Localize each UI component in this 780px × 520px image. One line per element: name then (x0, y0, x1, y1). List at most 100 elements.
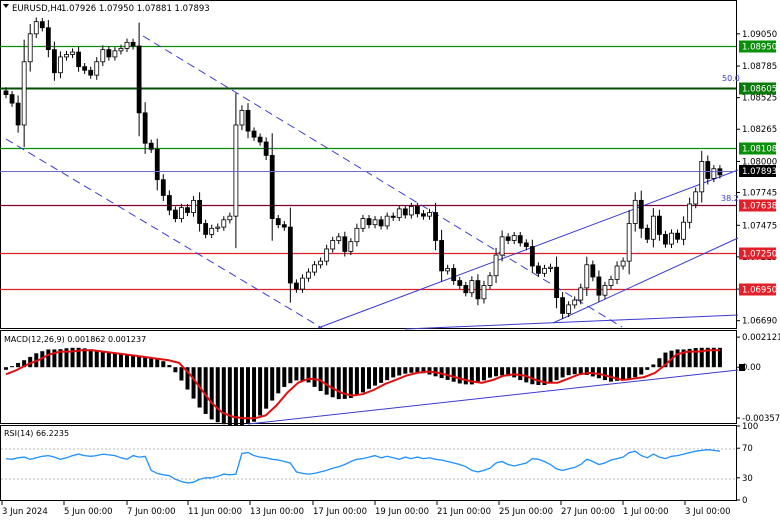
macd-bar (203, 367, 208, 414)
macd-bar (379, 367, 384, 383)
macd-bar (276, 367, 281, 394)
macd-bar (645, 367, 650, 370)
level-label: 1.07638 (742, 202, 777, 212)
macd-bar (596, 367, 601, 379)
macd-bar (415, 367, 420, 373)
macd-bar (137, 356, 142, 368)
macd-bar (391, 367, 396, 378)
macd-bar (536, 367, 541, 385)
macd-bar (481, 367, 486, 381)
macd-tick-label: 0.002121 (742, 333, 780, 343)
macd-bar (118, 353, 123, 368)
macd-bar (627, 367, 632, 380)
rsi-tick-label: 70 (742, 444, 753, 454)
level-label: 1.06950 (742, 286, 777, 296)
level-label: 1.08950 (742, 43, 777, 53)
macd-bar (518, 367, 523, 381)
macd-label: MACD(12,26,9) 0.001862 0.001237 (4, 335, 146, 344)
macd-bar (590, 367, 595, 377)
macd-bar (385, 367, 390, 381)
macd-bar (494, 367, 499, 377)
macd-bar (409, 367, 414, 373)
chart-header: EURUSD,H4 1.07926 1.07950 1.07881 1.0789… (3, 4, 210, 14)
macd-bar (252, 367, 257, 422)
macd-bar (106, 352, 111, 368)
macd-bar (264, 367, 269, 409)
time-tick-label: 5 Jun 00:00 (64, 507, 113, 517)
time-tick-label: 17 Jun 00:00 (313, 507, 367, 517)
price-tick-label: 1.07745 (742, 188, 777, 198)
macd-bar (4, 367, 8, 370)
macd-bar (143, 357, 148, 368)
macd-bar (639, 367, 644, 375)
macd-bar (246, 367, 250, 424)
macd-bar (46, 349, 51, 368)
level-label: 1.08108 (742, 145, 777, 155)
macd-bar (125, 354, 129, 368)
macd-bar (445, 367, 450, 380)
price-tick-label: 1.07475 (742, 221, 777, 231)
rsi-label: RSI(14) 66.2235 (4, 429, 69, 438)
macd-bar (348, 367, 353, 398)
level-label: 1.08605 (742, 85, 777, 95)
macd-bar (239, 367, 244, 426)
macd-bar (88, 349, 93, 368)
macd-bar (82, 348, 87, 368)
macd-bar (548, 367, 553, 383)
macd-bar (330, 367, 335, 398)
macd-bar (173, 367, 178, 373)
macd-bar (675, 349, 680, 368)
macd-bar (560, 367, 565, 378)
time-tick-label: 3 Jun 2024 (2, 507, 48, 517)
macd-bar (566, 367, 571, 376)
macd-bar (572, 367, 577, 375)
time-tick-label: 21 Jun 00:00 (437, 507, 491, 517)
macd-bar (609, 367, 613, 382)
macd-bar (602, 367, 607, 381)
macd-bar (512, 367, 517, 378)
macd-bar (288, 367, 293, 384)
price-chart[interactable]: 1.090501.087851.085251.082651.080001.077… (0, 0, 780, 520)
macd-bar (403, 367, 408, 374)
macd-bar (367, 367, 371, 389)
fib-50-annotation: 50.0 (722, 74, 740, 83)
time-tick-label: 3 Jul 00:00 (685, 507, 731, 517)
macd-bar (360, 367, 365, 393)
time-tick-label: 27 Jun 00:00 (561, 507, 615, 517)
macd-bar (94, 350, 99, 368)
price-tick-label: 1.08785 (742, 62, 777, 72)
time-tick-label: 1 Jul 00:00 (623, 507, 669, 517)
current-price-label: 1.07893 (742, 167, 777, 177)
macd-bar (161, 361, 166, 368)
time-tick-label: 19 Jun 00:00 (375, 507, 429, 517)
macd-bar (621, 367, 626, 380)
macd-bar (312, 367, 317, 387)
price-tick-label: 1.06690 (742, 317, 777, 327)
time-tick-label: 13 Jun 00:00 (250, 507, 304, 517)
fib-38-annotation: 38.2 (721, 194, 739, 203)
macd-bar (131, 355, 136, 368)
macd-bar (324, 367, 329, 395)
price-tick-label: 1.08265 (742, 125, 777, 135)
macd-bar (10, 366, 15, 368)
macd-bar (451, 367, 456, 382)
macd-bar (554, 367, 559, 381)
macd-zero-marker (739, 364, 745, 371)
macd-bar (155, 359, 160, 368)
macd-bar (530, 367, 535, 385)
macd-bar (191, 367, 196, 399)
macd-bar (149, 358, 154, 368)
macd-bar (294, 367, 299, 381)
symbol-label: EURUSD,H4 (12, 4, 62, 14)
rsi-tick-label: 0 (742, 496, 747, 506)
macd-bar (336, 367, 341, 400)
macd-bar (633, 367, 638, 378)
macd-bar (112, 352, 117, 368)
macd-bar (258, 367, 263, 416)
price-tick-label: 1.08525 (742, 94, 777, 104)
macd-bar (500, 367, 505, 376)
macd-bar (373, 367, 378, 386)
macd-bar (167, 365, 172, 368)
macd-bar (209, 367, 214, 420)
macd-bar (475, 367, 480, 383)
